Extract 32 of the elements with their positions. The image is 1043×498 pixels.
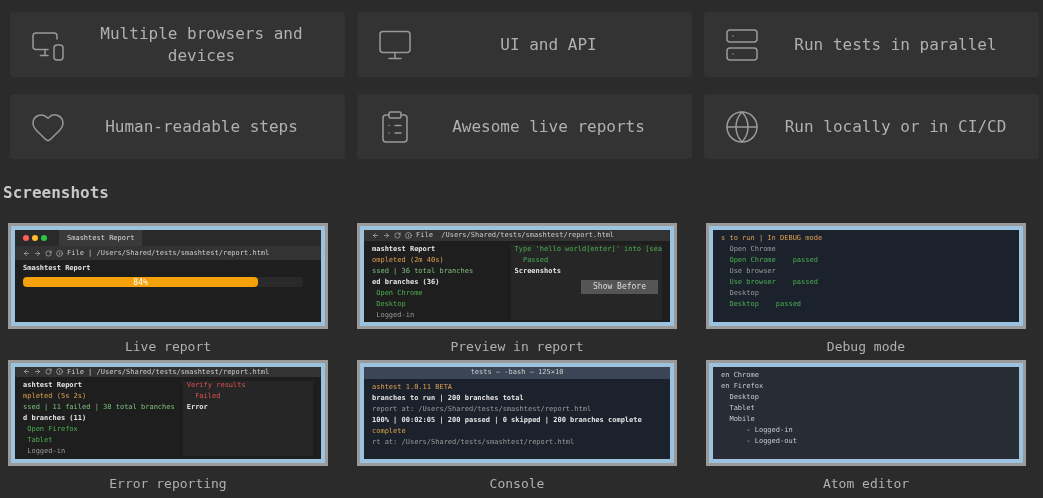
info-icon xyxy=(56,249,63,257)
back-icon[interactable] xyxy=(23,249,30,257)
window-controls-icon xyxy=(23,235,47,241)
section-title: Screenshots xyxy=(3,182,109,204)
forward-icon[interactable] xyxy=(383,231,390,239)
globe-icon xyxy=(724,108,760,145)
forward-icon[interactable] xyxy=(34,249,41,257)
screenshot-caption: Debug mode xyxy=(826,338,906,356)
feature-label: Multiple browsers and devices xyxy=(99,22,304,67)
feature-label: Run locally or in CI/CD xyxy=(783,115,1008,138)
screenshot-caption: Atom editor xyxy=(822,474,910,493)
screenshot-frame[interactable] xyxy=(357,223,677,329)
feature-label: Human-readable steps xyxy=(104,115,299,138)
screenshot-caption: Preview in report xyxy=(450,338,584,356)
progress-bar: 84% xyxy=(23,277,259,287)
screenshot-caption: Console xyxy=(489,474,545,493)
feature-label: Run tests in parallel xyxy=(793,33,998,56)
reload-icon[interactable] xyxy=(45,249,52,257)
show-before-button[interactable]: Show Before xyxy=(581,279,658,294)
feature-label: Awesome live reports xyxy=(451,115,646,138)
server-icon xyxy=(724,26,760,63)
back-icon[interactable] xyxy=(23,368,30,376)
reload-icon[interactable] xyxy=(45,368,52,376)
feature-label: UI and API xyxy=(499,33,598,56)
reload-icon[interactable] xyxy=(394,231,401,239)
screenshot-caption: Live report xyxy=(124,338,212,356)
screenshot-caption: Error reporting xyxy=(109,474,227,493)
info-icon xyxy=(56,368,63,376)
screenshot-frame[interactable] xyxy=(357,359,677,466)
back-icon[interactable] xyxy=(372,231,379,239)
info-icon xyxy=(405,231,412,239)
forward-icon[interactable] xyxy=(34,368,41,376)
